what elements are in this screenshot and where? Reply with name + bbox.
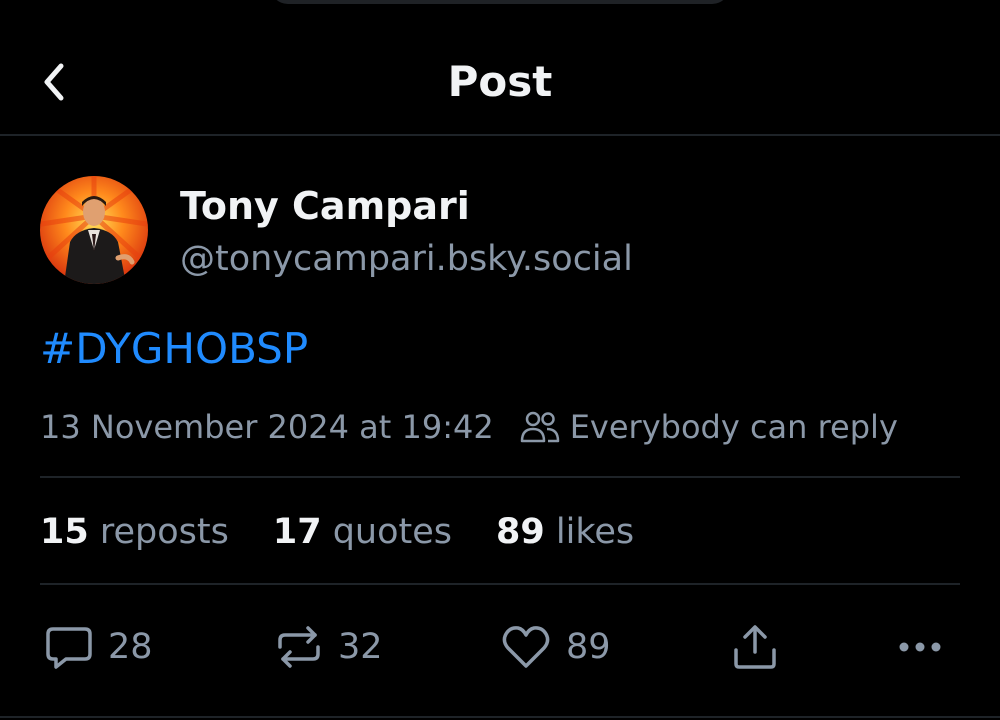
hashtag-link[interactable]: #DYGHOBSP xyxy=(40,324,308,373)
post-text: #DYGHOBSP xyxy=(40,320,308,378)
likes-stat[interactable]: 89 likes xyxy=(496,512,634,552)
repost-count: 32 xyxy=(338,627,383,667)
divider xyxy=(40,476,960,478)
post-meta: 13 November 2024 at 19:42 Everybody can … xyxy=(40,402,898,452)
speech-bubble-icon xyxy=(46,627,92,669)
repost-arrows-icon xyxy=(278,626,320,668)
repost-button[interactable]: 32 xyxy=(274,614,383,680)
author-handle[interactable]: @tonycampari.bsky.social xyxy=(180,234,633,284)
post-timestamp: 13 November 2024 at 19:42 xyxy=(40,408,494,446)
share-button[interactable] xyxy=(730,614,780,680)
reposts-label: reposts xyxy=(99,512,229,552)
reposts-stat[interactable]: 15 reposts xyxy=(40,512,229,552)
more-dots-icon xyxy=(899,642,941,652)
top-bar: Post xyxy=(0,0,1000,136)
quotes-count: 17 xyxy=(272,512,322,552)
author-display-name[interactable]: Tony Campari xyxy=(180,180,470,232)
quotes-stat[interactable]: 17 quotes xyxy=(273,512,452,552)
reply-button[interactable]: 28 xyxy=(44,614,153,680)
quotes-label: quotes xyxy=(332,512,453,552)
like-button[interactable]: 89 xyxy=(500,614,611,680)
share-upload-icon xyxy=(734,625,776,669)
avatar-image xyxy=(40,176,148,284)
divider xyxy=(0,716,1000,718)
more-button[interactable] xyxy=(896,614,944,680)
reposts-count: 15 xyxy=(40,512,89,552)
likes-label: likes xyxy=(555,512,635,552)
like-count: 89 xyxy=(566,627,611,667)
reply-setting-label: Everybody can reply xyxy=(569,408,898,446)
divider xyxy=(40,583,960,585)
post-actions: 28 32 89 xyxy=(40,614,960,680)
page-title: Post xyxy=(447,57,553,106)
people-icon xyxy=(520,411,559,443)
avatar[interactable] xyxy=(40,176,148,284)
heart-icon xyxy=(502,626,550,668)
reply-count: 28 xyxy=(108,627,153,667)
engagement-stats: 15 reposts 17 quotes 89 likes xyxy=(40,506,678,558)
likes-count: 89 xyxy=(496,512,545,552)
reply-setting[interactable]: Everybody can reply xyxy=(520,408,898,446)
